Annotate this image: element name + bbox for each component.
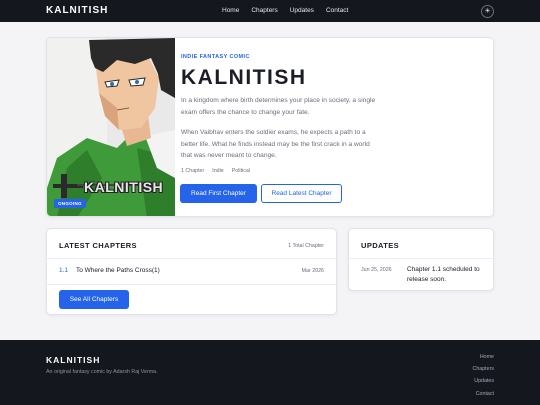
footer-link-home[interactable]: Home [473,354,494,360]
divider [349,258,493,259]
synopsis-paragraph-1: In a kingdom where birth determines your… [181,97,376,116]
status-badge: ONGOING [54,199,86,208]
comic-title: KALNITISH [181,66,307,89]
nav-link-home[interactable]: Home [222,7,239,14]
chapter-count: 1 Total Chapter [288,243,324,249]
read-latest-chapter-button[interactable]: Read Latest Chapter [261,184,342,203]
tag-chapter-count: 1 Chapter [181,168,205,174]
chapter-date: Mar 2026 [301,268,324,274]
update-date: Jun 25, 2026 [361,267,392,273]
theme-toggle-button[interactable]: ☀ [481,5,494,18]
nav-link-updates[interactable]: Updates [290,7,314,14]
genre-label: INDIE FANTASY COMIC [181,54,250,60]
see-all-chapters-button[interactable]: See All Chapters [59,290,129,309]
updates-card: UPDATES Jun 25, 2026 Chapter 1.1 schedul… [348,228,494,291]
nav-link-contact[interactable]: Contact [326,7,348,14]
hero-card: KALNITISH ONGOING INDIE FANTASY COMIC KA… [46,37,494,217]
site-logo[interactable]: KALNITISH [46,5,108,16]
chapter-row[interactable]: 1.1 To Where the Paths Cross(1) Mar 2026 [47,259,336,284]
footer-link-contact[interactable]: Contact [473,391,494,397]
update-text: Chapter 1.1 scheduled to release soon. [407,266,480,283]
updates-heading: UPDATES [361,241,400,250]
comic-tags: 1 Chapter Indie Political [181,168,250,174]
nav-link-chapters[interactable]: Chapters [251,7,277,14]
synopsis-paragraph-2: When Vaibhav enters the soldier exams, h… [181,129,370,159]
chapter-number: 1.1 [59,267,69,274]
sun-icon: ☀ [484,8,491,15]
cover-image: KALNITISH ONGOING [47,38,175,216]
tag-genre-political: Political [231,168,251,174]
site-footer: KALNITISH An original fantasy comic by A… [0,340,540,405]
footer-link-updates[interactable]: Updates [473,378,494,384]
top-navbar: KALNITISH Home Chapters Updates Contact … [0,0,540,22]
latest-chapters-heading: LATEST CHAPTERS [59,241,137,250]
tag-genre-indie: Indie [212,168,224,174]
read-first-chapter-button[interactable]: Read First Chapter [180,184,257,203]
footer-logo: KALNITISH [46,355,101,365]
footer-link-chapters[interactable]: Chapters [473,366,495,372]
divider [47,284,336,285]
nav-links: Home Chapters Updates Contact [222,7,348,14]
cover-title: KALNITISH [84,179,164,195]
latest-chapters-card: LATEST CHAPTERS 1 Total Chapter 1.1 To W… [46,228,337,315]
footer-links: Home Chapters Updates Contact [473,354,495,403]
chapter-title[interactable]: To Where the Paths Cross(1) [76,267,160,274]
footer-tagline: An original fantasy comic by Adarsh Raj … [46,369,158,375]
